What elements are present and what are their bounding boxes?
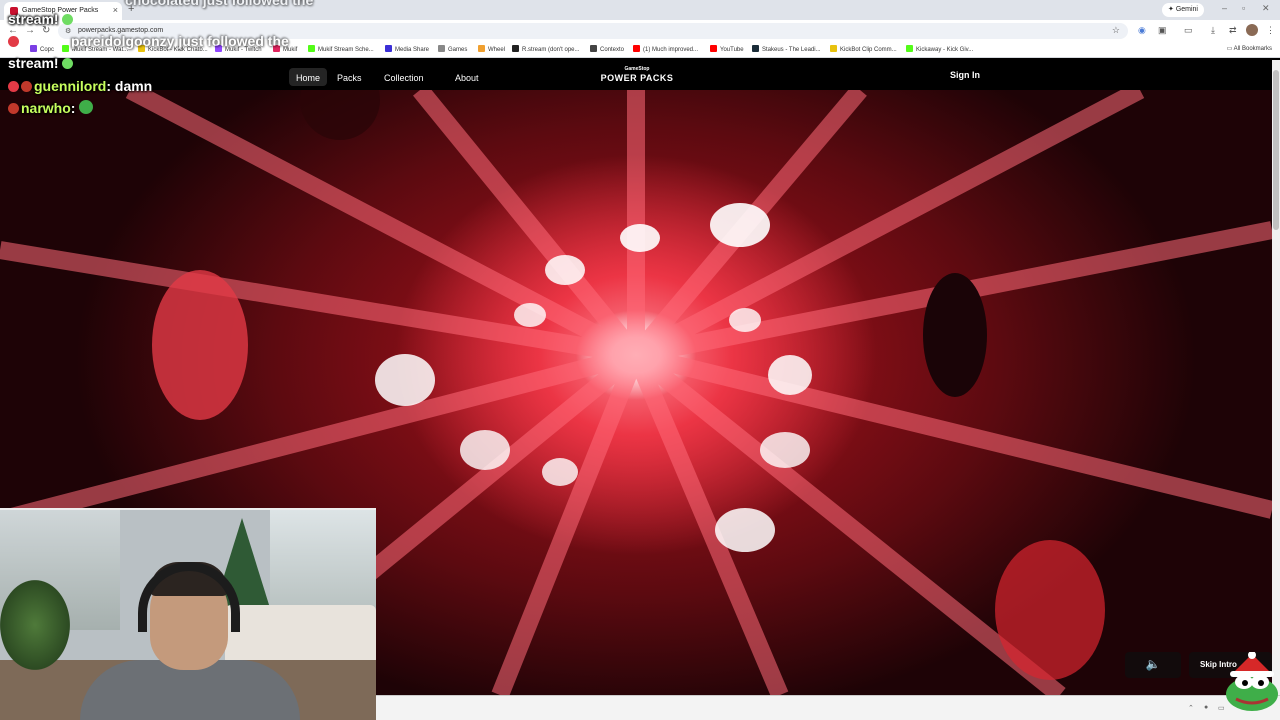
scroll-thumb[interactable] [1273, 70, 1279, 230]
kebab-menu-icon[interactable]: ⋮ [1266, 25, 1275, 36]
heart-badge-icon [8, 81, 19, 92]
extension-icon[interactable]: ◉ [1138, 25, 1146, 36]
couch [225, 605, 376, 665]
folder-icon: ▭ [1226, 46, 1234, 52]
site-header: Home Packs Collection About GameStop POW… [0, 60, 1280, 90]
bookmark-item[interactable]: YouTube [710, 45, 744, 53]
bookmark-favicon-icon [752, 45, 759, 52]
chat-message: chocolateu just followed the [125, 0, 314, 8]
bookmark-item[interactable]: (1) Much improved... [633, 45, 698, 53]
profile-avatar[interactable] [1246, 24, 1258, 36]
streamer-webcam [0, 508, 376, 720]
bookmark-star-icon[interactable]: ☆ [1112, 25, 1120, 36]
close-window-icon[interactable]: ✕ [1262, 3, 1270, 14]
bookmark-favicon-icon [830, 45, 837, 52]
pepe-santa-icon [1226, 652, 1278, 711]
bookmark-folder[interactable]: Games [438, 45, 467, 53]
page-scrollbar[interactable] [1272, 60, 1280, 695]
gemini-button[interactable]: ✦ Gemini [1162, 3, 1204, 17]
profile-switch-icon[interactable]: ⇄ [1229, 25, 1237, 36]
nav-home[interactable]: Home [289, 68, 328, 86]
chat-message: pareidolgoonzy just followed the [8, 33, 289, 49]
sub-badge-icon [8, 103, 19, 114]
bookmark-favicon-icon [906, 45, 913, 52]
bookmark-item[interactable]: Kickaway - Kick Giv... [906, 45, 973, 53]
mic-icon[interactable]: ● [1204, 704, 1208, 711]
bookmark-favicon-icon [478, 45, 485, 52]
pepe-emote-icon [79, 100, 94, 114]
bookmark-favicon-icon [633, 45, 640, 52]
logo-brand-text: GameStop [624, 66, 650, 72]
os-taskbar: ⌃ ● ▭ [376, 695, 1280, 720]
folder-icon [438, 45, 445, 52]
speaker-muted-icon: 🔈 [1145, 657, 1161, 671]
bookmark-item[interactable]: Stakeus - The Leadi... [752, 45, 821, 53]
bookmark-item[interactable]: Media Share [385, 45, 429, 53]
all-bookmarks-button[interactable]: ▭ All Bookmarks [1227, 45, 1272, 52]
chat-message: stream! [8, 55, 75, 71]
bookmark-item[interactable]: Mukif Stream Sche... [308, 45, 374, 53]
gemini-label: Gemini [1175, 6, 1198, 13]
sub-badge-icon [21, 81, 32, 92]
minimize-icon[interactable]: – [1222, 3, 1227, 13]
power-packs-logo[interactable]: GameStop POWER PACKS [592, 66, 682, 83]
bookmark-favicon-icon [308, 45, 315, 52]
chat-username: guennilord [34, 78, 107, 94]
bookmark-favicon-icon [590, 45, 597, 52]
sign-in-button[interactable]: Sign In [950, 70, 980, 80]
nav-about[interactable]: About [448, 68, 486, 86]
bookmark-item[interactable]: Contexto [590, 45, 624, 53]
tray-arrow-icon[interactable]: ⌃ [1188, 704, 1194, 712]
bookmark-item[interactable]: Wheel [478, 45, 505, 53]
bookmark-item[interactable]: R.stream (don't ope... [512, 45, 580, 53]
bookmark-item[interactable]: KickBot Clip Comm... [830, 45, 897, 53]
maximize-icon[interactable]: ▫ [1242, 3, 1245, 13]
chat-message: guennilord: damn [8, 78, 152, 94]
youtube-icon [710, 45, 717, 52]
nav-collection[interactable]: Collection [377, 68, 431, 86]
sidepanel-icon[interactable]: ▭ [1184, 25, 1193, 36]
mute-button[interactable]: 🔈 [1125, 652, 1181, 678]
plant [0, 580, 70, 670]
bookmark-favicon-icon [385, 45, 392, 52]
bookmark-favicon-icon [512, 45, 519, 52]
chat-username: narwho [21, 100, 71, 116]
chat-message: stream! [8, 11, 75, 27]
logo-title-text: POWER PACKS [600, 73, 674, 83]
nav-packs[interactable]: Packs [330, 68, 369, 86]
close-tab-icon[interactable]: × [113, 5, 118, 15]
sub-badge-icon [8, 36, 19, 47]
extensions-puzzle-icon[interactable]: ▣ [1158, 25, 1167, 36]
chat-message: narwho: [8, 100, 95, 116]
green-heart-icon [62, 58, 74, 69]
green-heart-icon [62, 14, 74, 25]
download-icon[interactable]: ⤓ [1211, 25, 1215, 36]
